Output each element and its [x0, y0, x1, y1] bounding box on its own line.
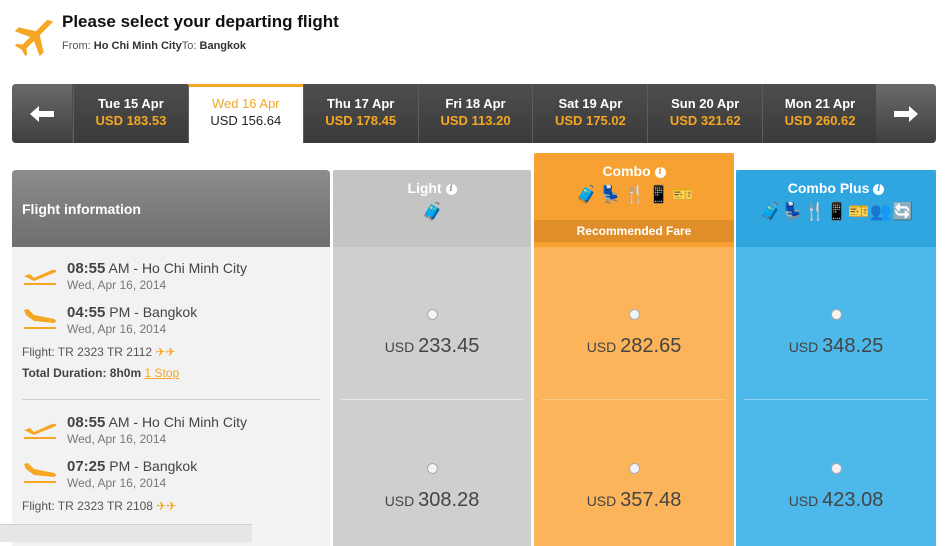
- date-tab-tue-15-apr[interactable]: Tue 15 Apr USD 183.53: [73, 84, 188, 143]
- total-duration: Total Duration: 8h0m: [22, 366, 142, 380]
- info-icon[interactable]: i: [873, 183, 885, 195]
- fare-header-combo: Combo i 🧳 💺 🍴 📱 🎫 Recommended Fare: [534, 153, 734, 247]
- entertainment-icon: 📱: [648, 185, 670, 204]
- ticket-icon: 🎫: [672, 185, 694, 204]
- flight-option-1: 08:55 AM - Ho Chi Minh City Wed, Apr 16,…: [12, 254, 330, 384]
- fare-header-combo-plus: Combo Plus i 🧳 💺 🍴 📱 🎫 👥 🔄: [736, 170, 936, 247]
- flight-info-header: Flight information: [12, 170, 330, 247]
- takeoff-icon: [24, 269, 57, 285]
- stops-link[interactable]: 1 Stop: [144, 366, 179, 380]
- connection-planes-icon: ✈✈: [155, 345, 176, 359]
- info-icon[interactable]: i: [445, 183, 457, 195]
- flight-divider: [22, 399, 320, 400]
- date-carousel: Tue 15 Apr USD 183.53 Wed 16 Apr USD 156.6…: [12, 84, 936, 143]
- row-divider: [542, 399, 726, 400]
- airplane-icon: [14, 19, 54, 57]
- flight-info-column: Flight information 08:55 AM - Ho Chi Min…: [12, 170, 330, 546]
- fare-cell: USD 423.08: [736, 461, 936, 512]
- flight-option-2: 08:55 AM - Ho Chi Minh City Wed, Apr 16,…: [12, 408, 330, 517]
- flight-details: Flight: TR 2323 TR 2108 ✈✈: [22, 499, 177, 513]
- arrow-left-icon: [30, 105, 54, 122]
- meal-icon: 🍴: [804, 202, 826, 221]
- departure-leg: 08:55 AM - Ho Chi Minh City Wed, Apr 16,…: [12, 254, 330, 298]
- baggage-icon: 🧳: [760, 202, 782, 221]
- fare-radio[interactable]: [830, 309, 842, 320]
- fare-cell: USD 308.28: [333, 461, 531, 512]
- landing-icon: [24, 309, 56, 329]
- date-tab-sat-19-apr[interactable]: Sat 19 Apr USD 175.02: [532, 84, 648, 143]
- arrival-leg: 04:55 PM - Bangkok Wed, Apr 16, 2014: [12, 298, 330, 342]
- fare-cell: USD 348.25: [736, 307, 936, 358]
- page-header: Please select your departing flight From…: [8, 8, 608, 58]
- horizontal-scrollbar[interactable]: [0, 524, 252, 542]
- route-summary: From: Ho Chi Minh CityTo: Bangkok: [62, 40, 246, 52]
- page-title: Please select your departing flight: [62, 12, 339, 31]
- date-tab-wed-16-apr[interactable]: Wed 16 Apr USD 156.64: [187, 84, 303, 143]
- entertainment-icon: 📱: [826, 202, 848, 221]
- fare-column-combo-plus: Combo Plus i 🧳 💺 🍴 📱 🎫 👥 🔄 USD 348.25 US…: [736, 170, 936, 546]
- landing-icon: [24, 463, 56, 483]
- seat-icon: 💺: [782, 202, 804, 221]
- flight-numbers: TR 2323 TR 2112: [57, 345, 153, 359]
- next-dates-button[interactable]: [876, 84, 936, 143]
- date-tab-mon-21-apr[interactable]: Mon 21 Apr USD 260.62: [762, 84, 878, 143]
- destination-city: Bangkok: [199, 40, 246, 52]
- seat-icon: 💺: [600, 185, 622, 204]
- flight-details: Flight: TR 2323 TR 2112 ✈✈ Total Duratio…: [22, 345, 180, 380]
- departure-leg: 08:55 AM - Ho Chi Minh City Wed, Apr 16,…: [12, 408, 330, 452]
- date-tab-thu-17-apr[interactable]: Thu 17 Apr USD 178.45: [302, 84, 418, 143]
- fare-cell: USD 282.65: [534, 307, 734, 358]
- baggage-icon: 🧳: [576, 185, 598, 204]
- fare-radio[interactable]: [426, 463, 438, 474]
- flight-numbers: TR 2323 TR 2108: [57, 499, 153, 513]
- fare-cell: USD 233.45: [333, 307, 531, 358]
- fare-column-combo: Combo i 🧳 💺 🍴 📱 🎫 Recommended Fare USD 2…: [534, 153, 734, 546]
- connection-planes-icon: ✈✈: [156, 499, 177, 513]
- date-tab-fri-18-apr[interactable]: Fri 18 Apr USD 113.20: [417, 84, 533, 143]
- ticket-icon: 🎫: [848, 202, 870, 221]
- row-divider: [341, 399, 523, 400]
- flexibility-icon: 🔄: [892, 202, 914, 221]
- date-tab-sun-20-apr[interactable]: Sun 20 Apr USD 321.62: [647, 84, 763, 143]
- fare-radio[interactable]: [628, 463, 640, 474]
- meal-icon: 🍴: [624, 185, 646, 204]
- takeoff-icon: [24, 423, 57, 439]
- info-icon[interactable]: i: [654, 166, 666, 178]
- fare-cell: USD 357.48: [534, 461, 734, 512]
- baggage-icon: 🧳: [422, 202, 444, 221]
- fare-radio[interactable]: [830, 463, 842, 474]
- fare-column-light: Light i 🧳 USD 233.45 USD 308.28: [333, 170, 531, 546]
- row-divider: [744, 399, 928, 400]
- origin-city: Ho Chi Minh City: [93, 40, 182, 52]
- arrow-right-icon: [894, 105, 918, 122]
- fare-radio[interactable]: [426, 309, 438, 320]
- recommended-fare-badge: Recommended Fare: [534, 220, 734, 242]
- arrival-leg: 07:25 PM - Bangkok Wed, Apr 16, 2014: [12, 452, 330, 496]
- previous-dates-button[interactable]: [12, 84, 72, 143]
- fare-header-light: Light i 🧳: [333, 170, 531, 247]
- group-icon: 👥: [870, 202, 892, 221]
- fare-radio[interactable]: [628, 309, 640, 320]
